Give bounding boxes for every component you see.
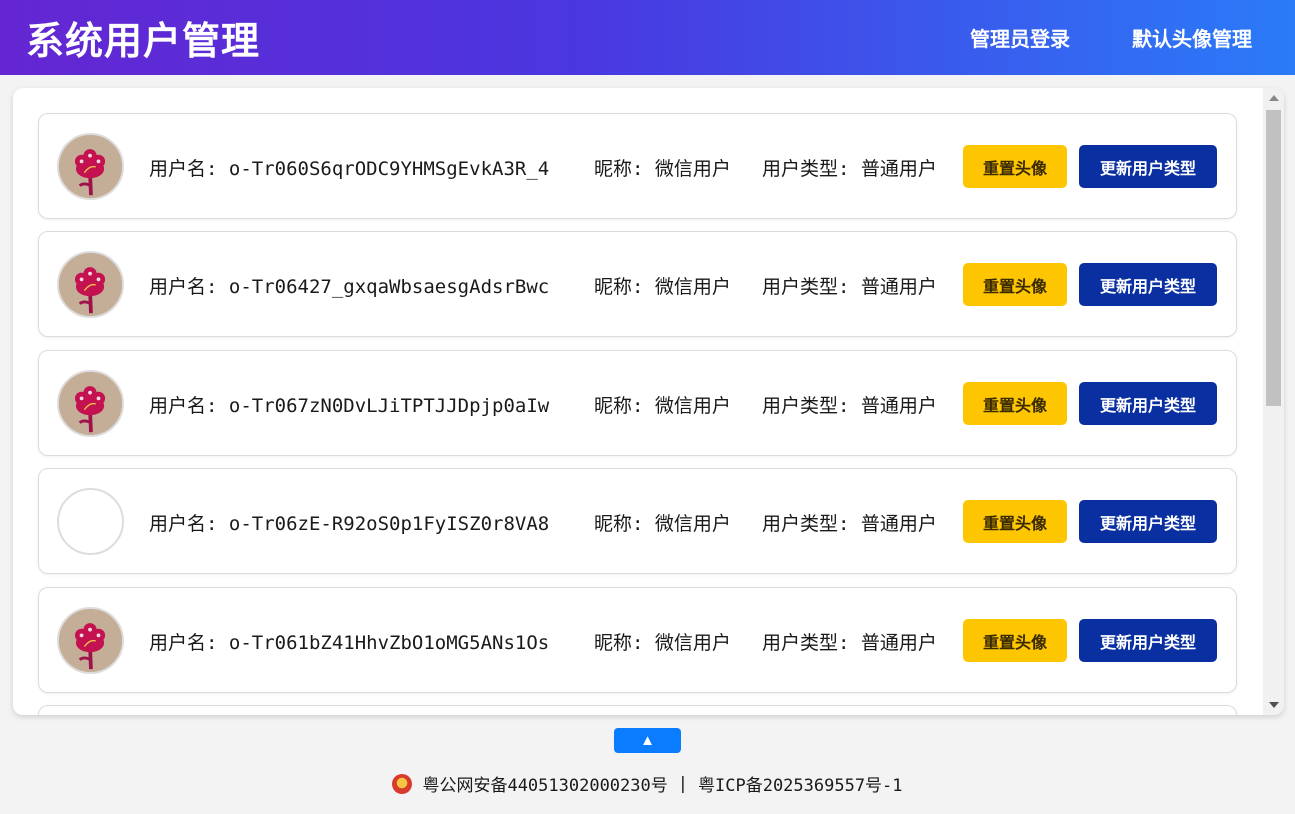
user-type-label: 用户类型: [762,395,850,417]
nickname-value: 微信用户 [654,158,731,180]
reset-avatar-button[interactable]: 重置头像 [963,382,1067,425]
user-type-value: 普通用户 [860,395,937,417]
nickname-label: 昵称: [594,395,644,417]
nickname-text: 昵称: 微信用户 [594,272,762,299]
avatar [57,488,124,555]
nickname-label: 昵称: [594,276,644,298]
scroll-up-arrow-icon[interactable] [1269,95,1279,101]
username-value: o-Tr06427_gxqaWbsaesgAdsrBwc [228,276,550,298]
reset-avatar-button[interactable]: 重置头像 [963,619,1067,662]
nickname-text: 昵称: 微信用户 [594,154,762,181]
user-type-text: 用户类型: 普通用户 [762,509,937,536]
update-user-type-button[interactable]: 更新用户类型 [1079,500,1217,543]
user-info: 用户名: o-Tr061bZ41HhvZbO1oMG5ANs1Os 昵称: 微信用… [149,628,937,655]
default-avatar-manage-link[interactable]: 默认头像管理 [1132,23,1252,52]
user-type-text: 用户类型: 普通用户 [762,391,937,418]
user-type-text: 用户类型: 普通用户 [762,272,937,299]
user-card: 用户名: o-Tr06427_gxqaWbsaesgAdsrBwc 昵称: 微信用… [38,231,1237,337]
user-type-label: 用户类型: [762,513,850,535]
user-card: 用户名: o-Tr067zN0DvLJiTPTJJDpjp0aIw 昵称: 微信用… [38,350,1237,456]
nickname-text: 昵称: 微信用户 [594,509,762,536]
username-value: o-Tr067zN0DvLJiTPTJJDpjp0aIw [228,395,550,417]
user-list-panel: 用户名: o-Tr060S6qrODC9YHMSgEvkA3R_4 昵称: 微信用… [13,88,1284,715]
footer: 粤公网安备44051302000230号 | 粤ICP备2025369557号-… [0,771,1295,796]
nickname-label: 昵称: [594,632,644,654]
header-nav: 管理员登录 默认头像管理 [970,23,1252,52]
user-type-text: 用户类型: 普通用户 [762,154,937,181]
username-text: 用户名: o-Tr067zN0DvLJiTPTJJDpjp0aIw [149,391,594,418]
username-value: o-Tr061bZ41HhvZbO1oMG5ANs1Os [228,632,550,654]
nickname-value: 微信用户 [654,395,731,417]
user-type-value: 普通用户 [860,513,937,535]
scrollbar-thumb[interactable] [1266,110,1281,406]
username-label: 用户名: [149,276,218,298]
nickname-value: 微信用户 [654,632,731,654]
nickname-text: 昵称: 微信用户 [594,628,762,655]
user-type-text: 用户类型: 普通用户 [762,628,937,655]
username-text: 用户名: o-Tr061bZ41HhvZbO1oMG5ANs1Os [149,628,594,655]
user-info: 用户名: o-Tr060S6qrODC9YHMSgEvkA3R_4 昵称: 微信用… [149,154,937,181]
nickname-value: 微信用户 [654,276,731,298]
user-type-label: 用户类型: [762,632,850,654]
username-text: 用户名: o-Tr06427_gxqaWbsaesgAdsrBwc [149,272,594,299]
avatar [57,251,124,318]
police-record-link[interactable]: 粤公网安备44051302000230号 [422,771,667,796]
username-text: 用户名: o-Tr060S6qrODC9YHMSgEvkA3R_4 [149,154,594,181]
username-label: 用户名: [149,632,218,654]
username-label: 用户名: [149,513,218,535]
police-badge-icon [392,773,413,794]
scrollbar[interactable] [1263,88,1284,715]
reset-avatar-button[interactable]: 重置头像 [963,500,1067,543]
icp-record-link[interactable]: 粤ICP备2025369557号-1 [698,771,903,796]
update-user-type-button[interactable]: 更新用户类型 [1079,619,1217,662]
update-user-type-button[interactable]: 更新用户类型 [1079,263,1217,306]
footer-separator: | [677,773,688,794]
app-header: 系统用户管理 管理员登录 默认头像管理 [0,0,1295,75]
page-title: 系统用户管理 [26,19,261,63]
username-label: 用户名: [149,395,218,417]
username-value: o-Tr06zE-R92oS0p1FyISZ0r8VA8 [228,513,550,535]
flower-avatar-icon [59,372,122,435]
username-label: 用户名: [149,158,218,180]
reset-avatar-button[interactable]: 重置头像 [963,263,1067,306]
user-card: 用户名: o-Tr061bZ41HhvZbO1oMG5ANs1Os 昵称: 微信用… [38,587,1237,693]
flower-avatar-icon [59,609,122,672]
user-card-partial [38,705,1237,715]
reset-avatar-button[interactable]: 重置头像 [963,145,1067,188]
flower-avatar-icon [59,253,122,316]
user-info: 用户名: o-Tr06427_gxqaWbsaesgAdsrBwc 昵称: 微信用… [149,272,937,299]
user-type-value: 普通用户 [860,276,937,298]
user-type-value: 普通用户 [860,158,937,180]
user-type-label: 用户类型: [762,276,850,298]
user-type-value: 普通用户 [860,632,937,654]
avatar [57,370,124,437]
user-type-label: 用户类型: [762,158,850,180]
admin-login-link[interactable]: 管理员登录 [970,23,1070,52]
username-value: o-Tr060S6qrODC9YHMSgEvkA3R_4 [228,158,550,180]
nickname-value: 微信用户 [654,513,731,535]
flower-avatar-icon [59,135,122,198]
avatar [57,607,124,674]
nickname-text: 昵称: 微信用户 [594,391,762,418]
user-info: 用户名: o-Tr06zE-R92oS0p1FyISZ0r8VA8 昵称: 微信用… [149,509,937,536]
user-info: 用户名: o-Tr067zN0DvLJiTPTJJDpjp0aIw 昵称: 微信用… [149,391,937,418]
nickname-label: 昵称: [594,513,644,535]
scroll-down-arrow-icon[interactable] [1269,702,1279,708]
user-card: 用户名: o-Tr060S6qrODC9YHMSgEvkA3R_4 昵称: 微信用… [38,113,1237,219]
back-to-top-button[interactable]: ▲ [614,728,681,753]
user-list[interactable]: 用户名: o-Tr060S6qrODC9YHMSgEvkA3R_4 昵称: 微信用… [13,88,1263,715]
username-text: 用户名: o-Tr06zE-R92oS0p1FyISZ0r8VA8 [149,509,594,536]
avatar [57,133,124,200]
nickname-label: 昵称: [594,158,644,180]
update-user-type-button[interactable]: 更新用户类型 [1079,382,1217,425]
user-card: 用户名: o-Tr06zE-R92oS0p1FyISZ0r8VA8 昵称: 微信用… [38,468,1237,574]
update-user-type-button[interactable]: 更新用户类型 [1079,145,1217,188]
